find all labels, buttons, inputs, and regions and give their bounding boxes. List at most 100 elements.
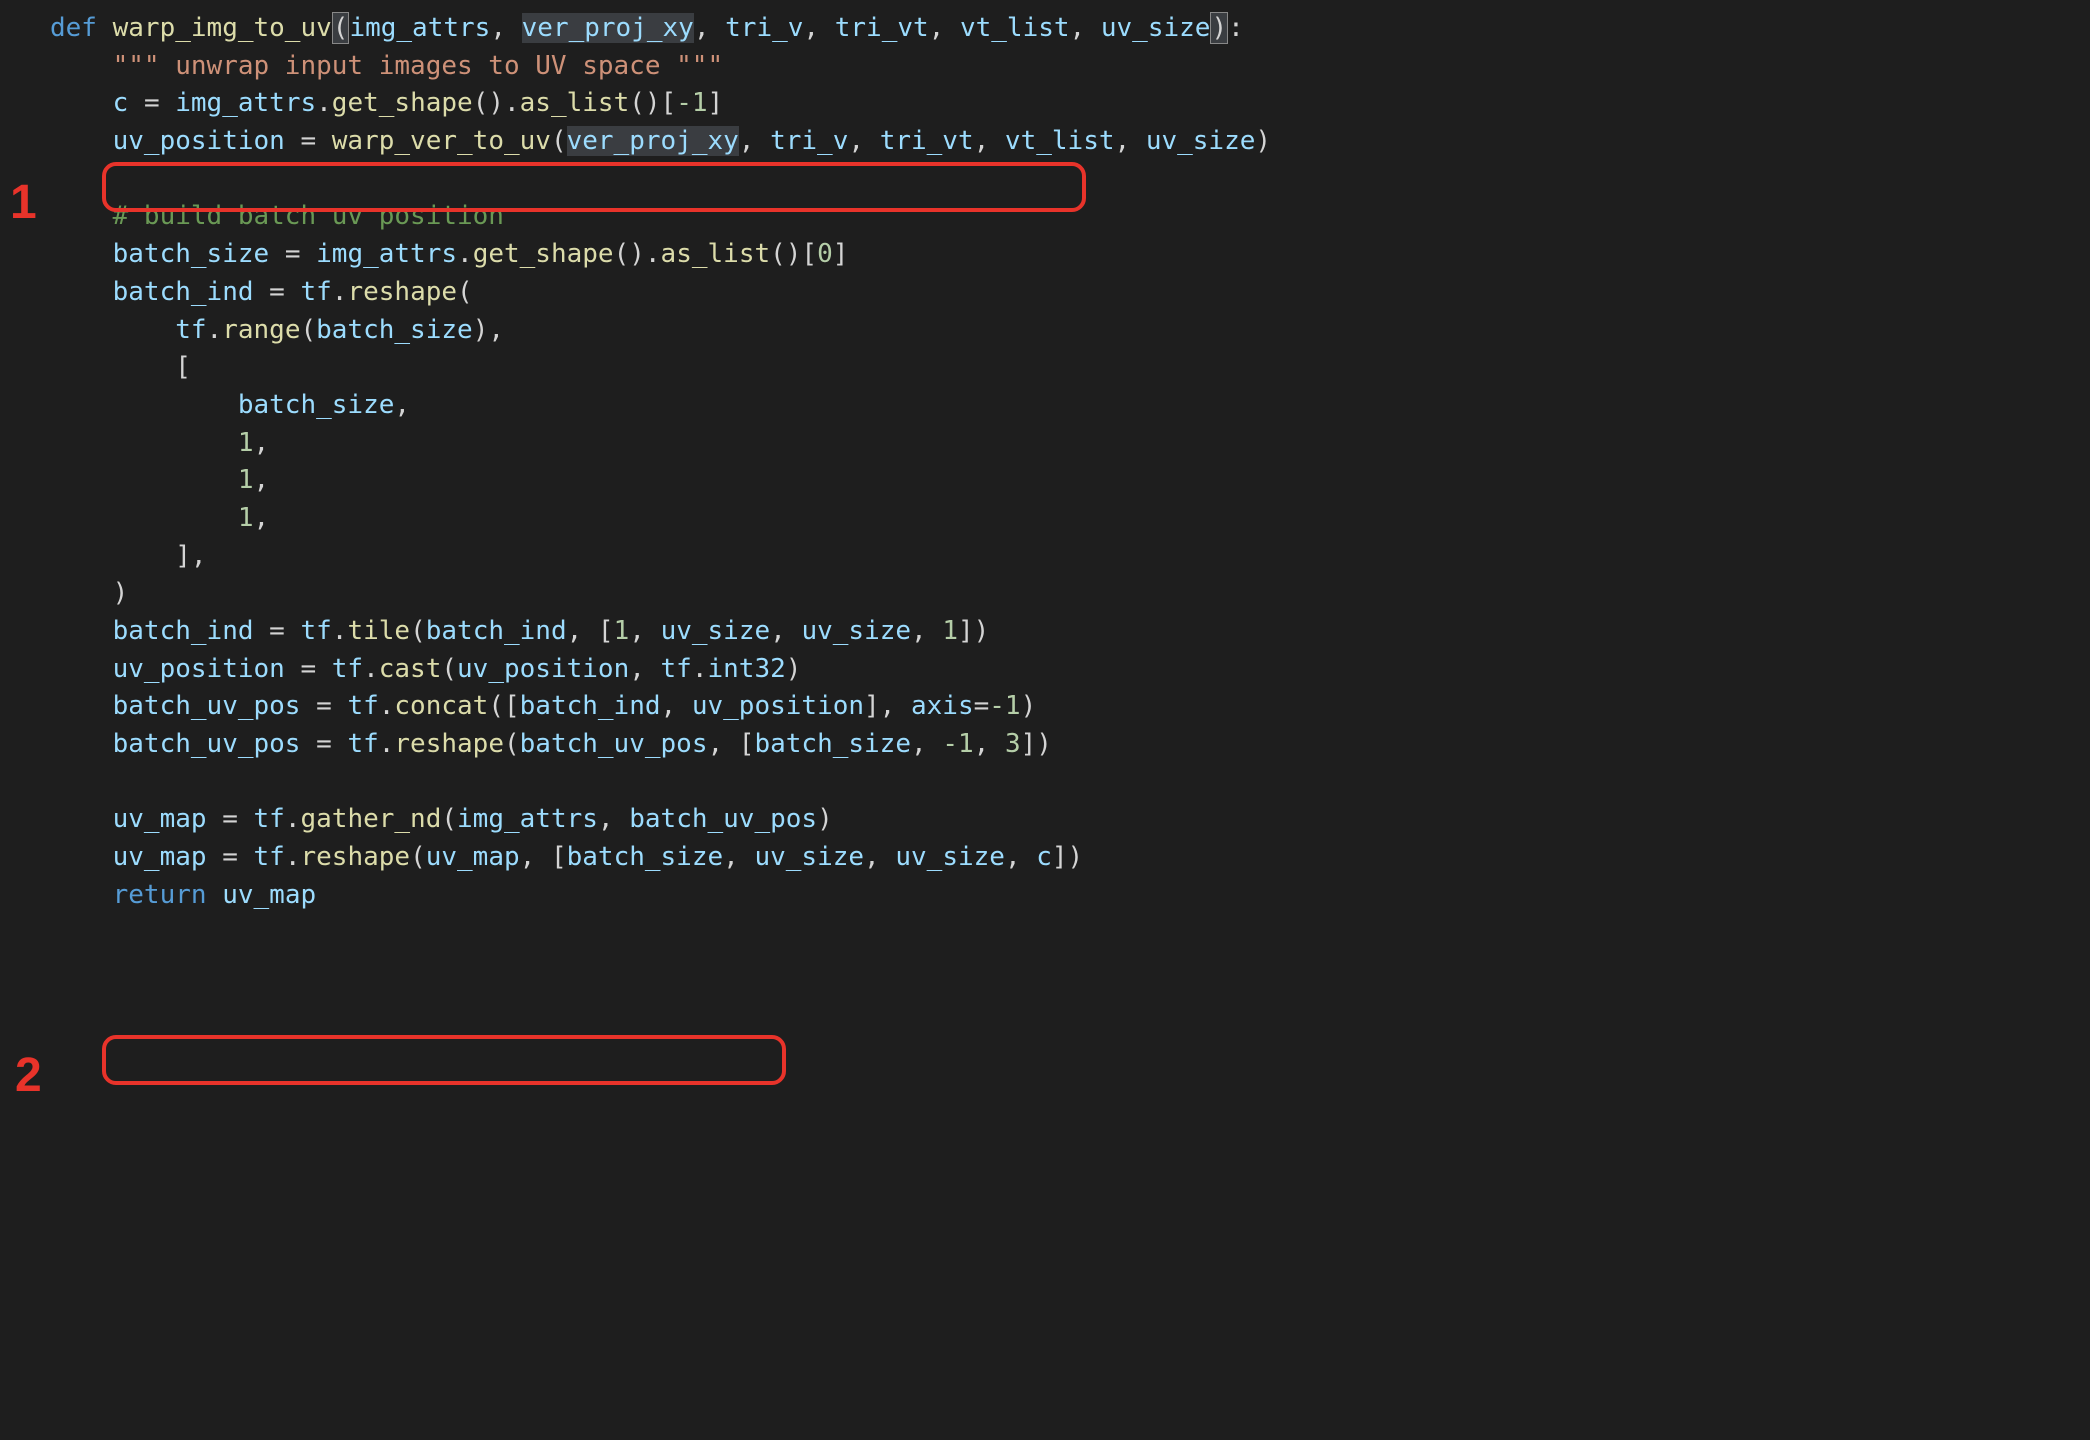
method: get_shape: [473, 239, 614, 269]
argument: c: [1036, 842, 1052, 872]
number: 1: [942, 616, 958, 646]
method: range: [222, 315, 300, 345]
module: tf: [347, 729, 378, 759]
code-line[interactable]: batch_ind = tf.reshape(: [50, 274, 2090, 312]
code-line[interactable]: 1,: [50, 500, 2090, 538]
module: tf: [300, 616, 331, 646]
module: tf: [332, 654, 363, 684]
code-line[interactable]: ): [50, 575, 2090, 613]
argument: uv_size: [801, 616, 911, 646]
variable: batch_uv_pos: [113, 729, 301, 759]
argument: batch_ind: [426, 616, 567, 646]
variable: img_attrs: [175, 88, 316, 118]
function-name: warp_img_to_uv: [113, 13, 332, 43]
argument: batch_size: [316, 315, 473, 345]
variable: uv_map: [113, 804, 207, 834]
number: -1: [989, 691, 1020, 721]
number: 1: [238, 503, 254, 533]
code-line[interactable]: ],: [50, 538, 2090, 576]
variable: img_attrs: [316, 239, 457, 269]
variable: batch_uv_pos: [113, 691, 301, 721]
param: tri_v: [725, 13, 803, 43]
annotation-box-2: [102, 1035, 786, 1085]
argument: vt_list: [1005, 126, 1115, 156]
attribute: int32: [708, 654, 786, 684]
paren-close: ):: [1210, 12, 1243, 44]
argument: tri_vt: [880, 126, 974, 156]
number: 1: [238, 428, 254, 458]
number: 1: [614, 616, 630, 646]
number: -1: [676, 88, 707, 118]
method: as_list: [661, 239, 771, 269]
param: ver_proj_xy: [522, 13, 694, 43]
keyword-return: return: [113, 880, 207, 910]
code-line[interactable]: uv_map = tf.reshape(uv_map, [batch_size,…: [50, 839, 2090, 877]
method: reshape: [300, 842, 410, 872]
variable: uv_map: [222, 880, 316, 910]
module: tf: [175, 315, 206, 345]
param: tri_vt: [835, 13, 929, 43]
code-line[interactable]: return uv_map: [50, 877, 2090, 915]
variable: c: [113, 88, 129, 118]
argument: uv_position: [692, 691, 864, 721]
argument: batch_ind: [520, 691, 661, 721]
module: tf: [254, 842, 285, 872]
argument: uv_size: [661, 616, 771, 646]
argument: uv_size: [754, 842, 864, 872]
docstring: """ unwrap input images to UV space """: [113, 51, 723, 81]
code-line[interactable]: batch_uv_pos = tf.reshape(batch_uv_pos, …: [50, 726, 2090, 764]
code-line[interactable]: 1,: [50, 425, 2090, 463]
code-line[interactable]: """ unwrap input images to UV space """: [50, 48, 2090, 86]
method: cast: [379, 654, 442, 684]
argument: uv_size: [895, 842, 1005, 872]
variable: batch_size: [113, 239, 270, 269]
code-line[interactable]: def warp_img_to_uv(img_attrs, ver_proj_x…: [50, 10, 2090, 48]
argument: batch_size: [754, 729, 911, 759]
code-line[interactable]: [: [50, 349, 2090, 387]
argument: ver_proj_xy: [567, 126, 739, 156]
variable: batch_ind: [113, 277, 254, 307]
argument: batch_uv_pos: [629, 804, 817, 834]
comment: # build batch uv position: [113, 201, 504, 231]
argument: batch_size: [567, 842, 724, 872]
code-line[interactable]: batch_ind = tf.tile(batch_ind, [1, uv_si…: [50, 613, 2090, 651]
code-line[interactable]: batch_uv_pos = tf.concat([batch_ind, uv_…: [50, 688, 2090, 726]
argument: img_attrs: [457, 804, 598, 834]
variable: uv_map: [113, 842, 207, 872]
number: 3: [1005, 729, 1021, 759]
code-line[interactable]: tf.range(batch_size),: [50, 312, 2090, 350]
method: reshape: [394, 729, 504, 759]
variable: uv_position: [113, 126, 285, 156]
code-line[interactable]: 1,: [50, 462, 2090, 500]
variable: uv_position: [113, 654, 285, 684]
code-line[interactable]: # build batch uv position: [50, 198, 2090, 236]
number: 1: [238, 465, 254, 495]
annotation-label-1: 1: [10, 168, 37, 238]
method: get_shape: [332, 88, 473, 118]
param: img_attrs: [349, 13, 490, 43]
argument: uv_map: [426, 842, 520, 872]
method: as_list: [520, 88, 630, 118]
param: vt_list: [960, 13, 1070, 43]
code-line[interactable]: batch_size,: [50, 387, 2090, 425]
method: reshape: [347, 277, 457, 307]
argument: uv_position: [457, 654, 629, 684]
code-line[interactable]: batch_size = img_attrs.get_shape().as_li…: [50, 236, 2090, 274]
code-line[interactable]: c = img_attrs.get_shape().as_list()[-1]: [50, 85, 2090, 123]
keyword-def: def: [50, 13, 97, 43]
code-line[interactable]: uv_map = tf.gather_nd(img_attrs, batch_u…: [50, 801, 2090, 839]
code-editor[interactable]: 1 2 def warp_img_to_uv(img_attrs, ver_pr…: [0, 0, 2090, 925]
code-line-blank[interactable]: [50, 764, 2090, 802]
module: tf: [300, 277, 331, 307]
method: concat: [394, 691, 488, 721]
paren-open: (: [332, 12, 350, 44]
module: tf: [347, 691, 378, 721]
annotation-label-2: 2: [15, 1041, 42, 1111]
function-call: warp_ver_to_uv: [332, 126, 551, 156]
argument: batch_uv_pos: [520, 729, 708, 759]
code-line[interactable]: uv_position = warp_ver_to_uv(ver_proj_xy…: [50, 123, 2090, 161]
argument: tri_v: [770, 126, 848, 156]
kwarg: axis: [911, 691, 974, 721]
code-line[interactable]: uv_position = tf.cast(uv_position, tf.in…: [50, 651, 2090, 689]
code-line-blank[interactable]: [50, 161, 2090, 199]
